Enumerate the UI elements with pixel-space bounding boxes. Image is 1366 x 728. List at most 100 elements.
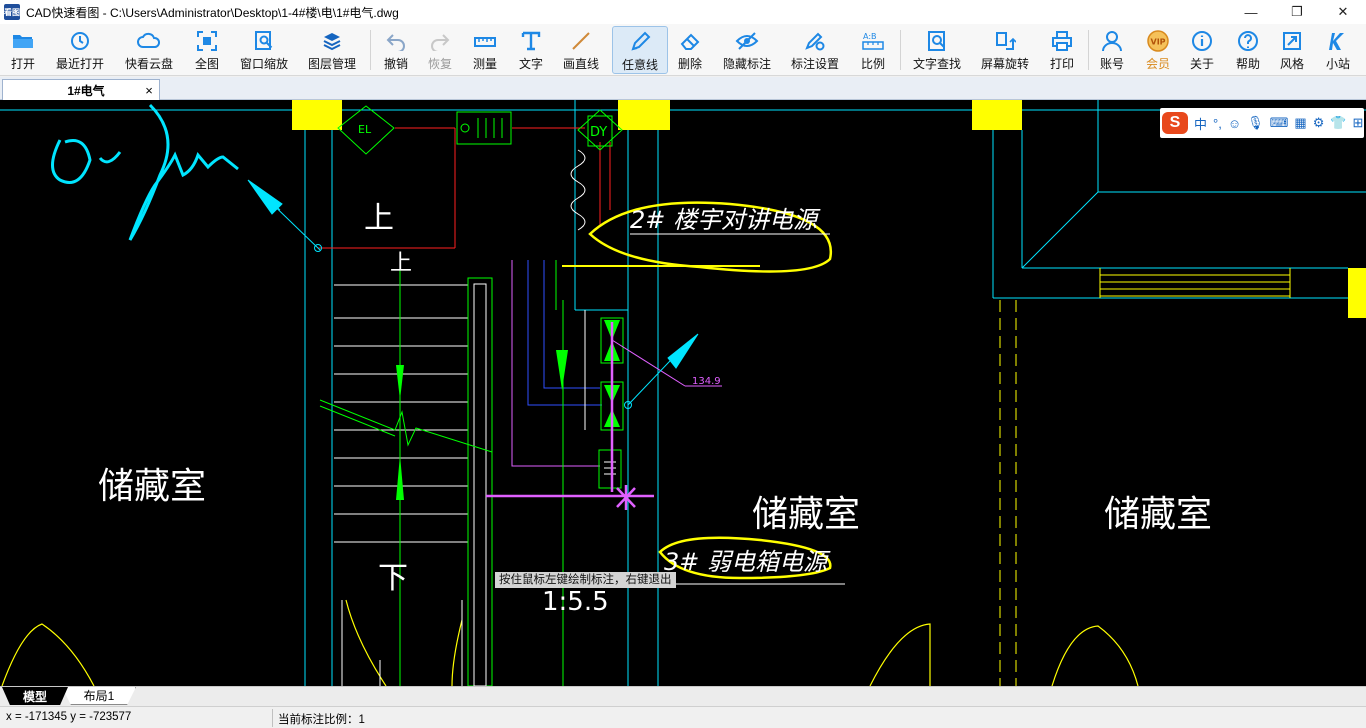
scale-button[interactable]: A:B 比例 (854, 26, 892, 74)
text-button[interactable]: 文字 (512, 26, 550, 74)
text-search-label: 文字查找 (912, 57, 961, 71)
eraser-icon (678, 29, 702, 53)
redo-icon (428, 29, 452, 53)
ime-punct-label[interactable]: °, (1213, 116, 1222, 131)
redo-label: 恢复 (427, 57, 452, 71)
style-button[interactable]: 风格 (1274, 26, 1310, 74)
history-icon (68, 29, 92, 53)
open-button[interactable]: 打开 (4, 26, 42, 74)
annotation-weak-box-power: 3# 弱电箱电源 (664, 548, 831, 576)
site-button[interactable]: 小站 (1320, 26, 1356, 74)
scale-icon: A:B (861, 29, 885, 53)
main-toolbar: 打开 最近打开 快看云盘 全图 窗口缩放 图层管理 撤销 恢复 测量 文字 画直… (0, 24, 1366, 76)
line-label: 画直线 (562, 57, 599, 71)
break-line (319, 399, 493, 453)
open-label: 打开 (10, 57, 35, 71)
window-zoom-button[interactable]: 窗口缩放 (236, 26, 292, 74)
svg-text:VIP: VIP (1151, 38, 1166, 47)
flex-conduit (570, 149, 586, 231)
svg-text:A:B: A:B (863, 32, 877, 41)
undo-button[interactable]: 撤销 (378, 26, 414, 74)
redo-button[interactable]: 恢复 (422, 26, 458, 74)
annotation-settings-label: 标注设置 (790, 57, 839, 71)
fit-all-icon (195, 29, 219, 53)
toolbox-icon[interactable]: ▦ (1294, 115, 1306, 131)
status-divider (272, 709, 273, 727)
window-zoom-label: 窗口缩放 (239, 57, 288, 71)
measure-label: 测量 (472, 57, 497, 71)
measure-icon (473, 29, 497, 53)
annotation-scale: 当前标注比例：1 (278, 714, 365, 726)
freehand-scribble (51, 103, 239, 241)
status-bar: x = -171345 y = -723577 当前标注比例：1 (0, 706, 1366, 728)
rotate-screen-icon (993, 29, 1017, 53)
site-label: 小站 (1325, 57, 1350, 71)
el-label: EL (358, 123, 372, 136)
stair-lines (1099, 268, 1291, 298)
drawing-canvas[interactable]: EL DY 134.9 2# 楼宇对讲电源 3# 弱电箱电源 储藏室 储藏室 储… (0, 100, 1366, 686)
recent-button[interactable]: 最近打开 (52, 26, 108, 74)
undo-label: 撤销 (383, 57, 408, 71)
annotation-intercom-power: 2# 楼宇对讲电源 (630, 206, 821, 234)
layers-button[interactable]: 图层管理 (304, 26, 360, 74)
tab-layout1[interactable]: 布局1 (62, 687, 136, 705)
cloud-button[interactable]: 快看云盘 (120, 26, 178, 74)
text-search-button[interactable]: 文字查找 (908, 26, 966, 74)
erase-button[interactable]: 删除 (672, 26, 708, 74)
sogou-logo-icon: S (1162, 112, 1188, 134)
scale-text: 1:5.5 (542, 587, 609, 617)
vip-button[interactable]: VIP 会员 (1140, 26, 1176, 74)
room-label-storage: 储藏室 (752, 494, 860, 535)
wiring (511, 260, 602, 686)
app-logo-icon: 看图 (4, 4, 20, 20)
column (618, 100, 670, 130)
stair-down-label: 下 (378, 561, 408, 596)
hide-annotation-label: 隐藏标注 (722, 57, 771, 71)
dy-label: DY (590, 125, 607, 140)
column (292, 100, 342, 130)
red-circuit (318, 127, 611, 249)
stair-arrow (396, 455, 404, 500)
scale-label: 比例 (860, 57, 885, 71)
walls (304, 100, 1366, 686)
freehand-button[interactable]: 任意线 (612, 26, 668, 74)
hide-annotation-button[interactable]: 隐藏标注 (718, 26, 776, 74)
room-label-storage: 储藏室 (1104, 494, 1212, 535)
column (972, 100, 1022, 130)
toolbar-separator (900, 30, 901, 70)
stair-up-label: 上 (390, 251, 412, 276)
measure-button[interactable]: 测量 (466, 26, 504, 74)
erase-label: 删除 (677, 57, 702, 71)
tab-model[interactable]: 模型 (2, 687, 68, 705)
about-button[interactable]: 关于 (1184, 26, 1220, 74)
vip-icon: VIP (1146, 29, 1170, 53)
keyboard-icon[interactable]: ⌨ (1270, 115, 1289, 131)
skin-icon[interactable]: 👕 (1330, 115, 1346, 131)
restore-button[interactable]: ❐ (1274, 0, 1320, 24)
account-button[interactable]: 账号 (1094, 26, 1130, 74)
ime-mode-label[interactable]: 中 (1194, 114, 1207, 133)
break-line (319, 405, 396, 437)
stair-arrow (396, 365, 404, 400)
print-label: 打印 (1049, 57, 1074, 71)
close-button[interactable]: ✕ (1320, 0, 1366, 24)
annotation-settings-button[interactable]: 标注设置 (786, 26, 844, 74)
document-tab[interactable]: 1#电气 × (2, 79, 160, 100)
microphone-icon[interactable]: 🎙 (1247, 115, 1264, 131)
fit-all-button[interactable]: 全图 (188, 26, 226, 74)
fit-all-label: 全图 (194, 57, 219, 71)
rotate-screen-label: 屏幕旋转 (980, 57, 1029, 71)
user-settings-icon[interactable]: ⚙ (1313, 115, 1325, 131)
annotation-settings-icon (803, 29, 827, 53)
emoji-icon[interactable]: ☺ (1228, 116, 1241, 131)
help-button[interactable]: 帮助 (1230, 26, 1266, 74)
line-button[interactable]: 画直线 (558, 26, 604, 74)
print-button[interactable]: 打印 (1044, 26, 1080, 74)
style-label: 风格 (1279, 57, 1304, 71)
line-icon (569, 29, 593, 53)
ime-toolbar[interactable]: S 中 °, ☺ 🎙 ⌨ ▦ ⚙ 👕 ⊞ (1160, 108, 1364, 138)
rotate-screen-button[interactable]: 屏幕旋转 (976, 26, 1034, 74)
minimize-button[interactable]: — (1228, 0, 1274, 24)
menu-grid-icon[interactable]: ⊞ (1353, 115, 1364, 131)
close-tab-icon[interactable]: × (139, 83, 159, 98)
